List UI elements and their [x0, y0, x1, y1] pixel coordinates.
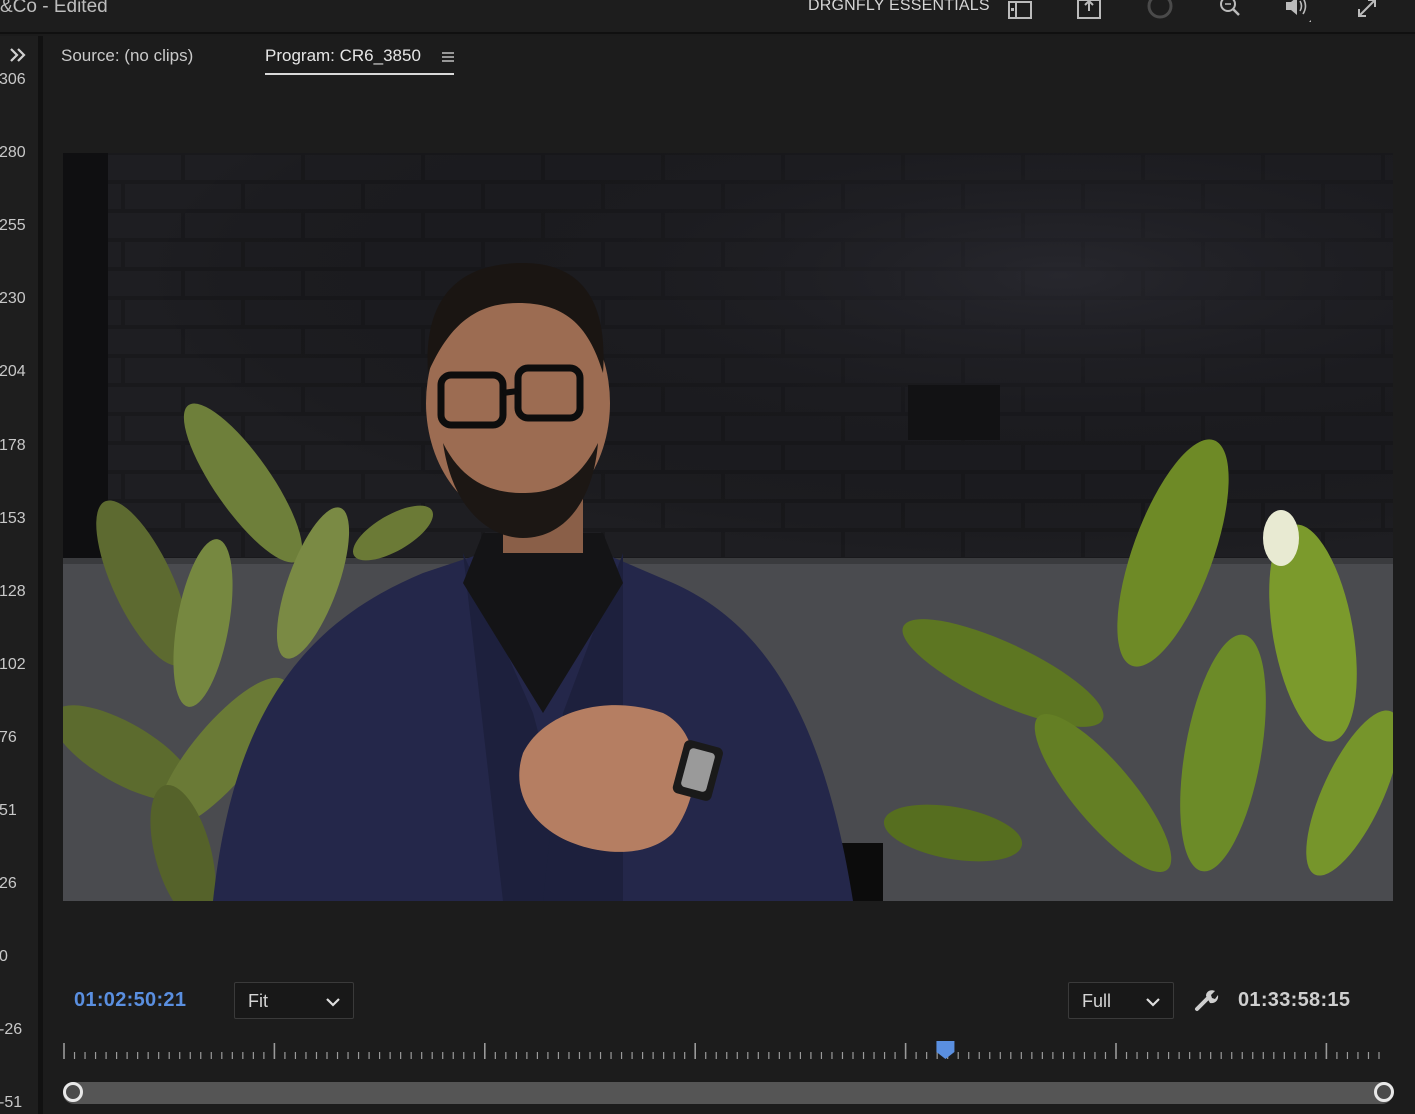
double-chevron-right-icon[interactable] — [8, 46, 28, 64]
meter-label: 255 — [0, 217, 26, 234]
meter-label: 51 — [0, 802, 17, 819]
panel-layout-icon[interactable] — [1006, 0, 1036, 22]
export-icon[interactable] — [1075, 0, 1105, 22]
search-icon[interactable] — [1215, 0, 1245, 22]
fullscreen-icon[interactable] — [1353, 0, 1383, 22]
chevron-down-icon — [325, 995, 341, 1007]
title-bar: &Co - Edited DRGNFLY ESSENTIALS — [0, 0, 1415, 34]
meter-label: 0 — [0, 948, 8, 965]
meter-label: 128 — [0, 583, 26, 600]
workspace-name[interactable]: DRGNFLY ESSENTIALS — [808, 0, 990, 15]
tab-source[interactable]: Source: (no clips) — [61, 46, 193, 66]
playback-resolution-select[interactable]: Full — [1068, 982, 1174, 1019]
wrench-settings-icon[interactable] — [1193, 987, 1219, 1013]
meter-label: 26 — [0, 875, 17, 892]
project-title: &Co - Edited — [0, 0, 108, 17]
playhead-marker[interactable] — [936, 1041, 955, 1059]
time-ruler[interactable] — [63, 1041, 1386, 1063]
meter-label: 76 — [0, 729, 17, 746]
hamburger-menu-icon[interactable] — [442, 50, 454, 62]
playback-resolution-value: Full — [1082, 991, 1112, 1011]
meter-label: 280 — [0, 144, 26, 161]
meter-label: 178 — [0, 437, 26, 454]
meter-label: 204 — [0, 363, 26, 380]
meter-label: 153 — [0, 510, 26, 527]
zoom-level-select[interactable]: Fit — [234, 982, 354, 1019]
meter-label: -26 — [0, 1021, 23, 1038]
scrollbar-start-handle[interactable] — [63, 1082, 83, 1102]
program-monitor-panel: Source: (no clips) Program: CR6_3850 01:… — [43, 36, 1415, 1114]
zoom-scrollbar[interactable] — [63, 1082, 1393, 1104]
program-video-frame[interactable] — [63, 153, 1393, 901]
tab-program[interactable]: Program: CR6_3850 — [265, 46, 454, 75]
current-timecode[interactable]: 01:02:50:21 — [74, 989, 186, 1012]
meter-label: -51 — [0, 1094, 23, 1111]
meter-label: 306 — [0, 71, 26, 88]
audio-meter: 306 280 255 230 204 178 153 128 102 76 5… — [0, 36, 38, 1114]
zoom-level-value: Fit — [248, 991, 268, 1011]
progress-ring-icon — [1145, 0, 1175, 22]
scrollbar-end-handle[interactable] — [1374, 1082, 1394, 1102]
chevron-down-icon — [1145, 995, 1161, 1007]
meter-label: 230 — [0, 290, 26, 307]
volume-icon[interactable] — [1283, 0, 1313, 26]
meter-label: 102 — [0, 656, 26, 673]
duration-timecode: 01:33:58:15 — [1238, 989, 1351, 1011]
